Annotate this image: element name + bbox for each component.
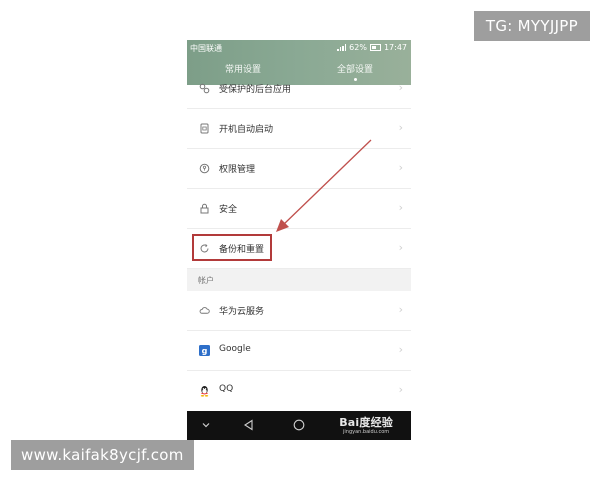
chevron-right-icon: › (398, 303, 403, 316)
carrier-name: 中国联通 (190, 44, 222, 53)
section-label: 帐户 (198, 276, 214, 285)
list-item-huawei-cloud[interactable]: 华为云服务 › (187, 291, 411, 331)
highlight-box (192, 234, 272, 261)
list-item-label: 权限管理 (219, 165, 256, 175)
qq-icon (199, 385, 210, 397)
chevron-down-icon[interactable] (199, 418, 213, 432)
protected-apps-icon (199, 83, 210, 94)
list-item-auto-start[interactable]: 开机自动启动 › (187, 109, 411, 149)
list-item-google[interactable]: g Google › (187, 331, 411, 371)
site-watermark: www.kaifak8ycjf.com (11, 440, 194, 470)
chevron-right-icon: › (398, 241, 403, 254)
lock-icon (199, 203, 210, 214)
back-icon[interactable] (242, 418, 256, 432)
baidu-jingyan-logo: Bai度经验 jingyan.baidu.com (339, 416, 393, 435)
battery-icon (369, 44, 381, 51)
chevron-right-icon: › (398, 161, 403, 174)
list-item-label: 开机自动启动 (219, 125, 274, 135)
status-bar: 中国联通 62% 17:47 (187, 40, 411, 56)
list-item-label: 华为云服务 (219, 307, 265, 317)
chevron-right-icon: › (398, 121, 403, 134)
sim-card-icon (199, 123, 210, 134)
navigation-bar: Bai度经验 jingyan.baidu.com (187, 411, 411, 440)
list-item-qq[interactable]: QQ › (187, 371, 411, 411)
permission-icon (199, 163, 210, 174)
cloud-icon (199, 305, 210, 316)
list-item-security[interactable]: 安全 › (187, 189, 411, 229)
list-item-label: Google (219, 344, 251, 354)
chevron-right-icon: › (398, 201, 403, 214)
svg-text:g: g (202, 347, 208, 356)
list-item-protected-apps[interactable]: 受保护的后台应用 › (187, 69, 411, 109)
clock: 17:47 (383, 43, 407, 52)
google-icon: g (199, 345, 210, 356)
list-item-label: 受保护的后台应用 (219, 85, 292, 95)
list-item-label: 安全 (219, 205, 238, 215)
chevron-right-icon: › (398, 343, 403, 356)
battery-percent: 62% (349, 43, 367, 52)
list-item-label: QQ (219, 384, 234, 394)
signal-icon (337, 44, 347, 51)
section-header-accounts: 帐户 (187, 269, 411, 291)
list-item-permissions[interactable]: 权限管理 › (187, 149, 411, 189)
home-icon[interactable] (292, 418, 306, 432)
chevron-right-icon: › (398, 81, 403, 94)
chevron-right-icon: › (398, 383, 403, 396)
tg-watermark: TG: MYYJJPP (473, 11, 590, 41)
